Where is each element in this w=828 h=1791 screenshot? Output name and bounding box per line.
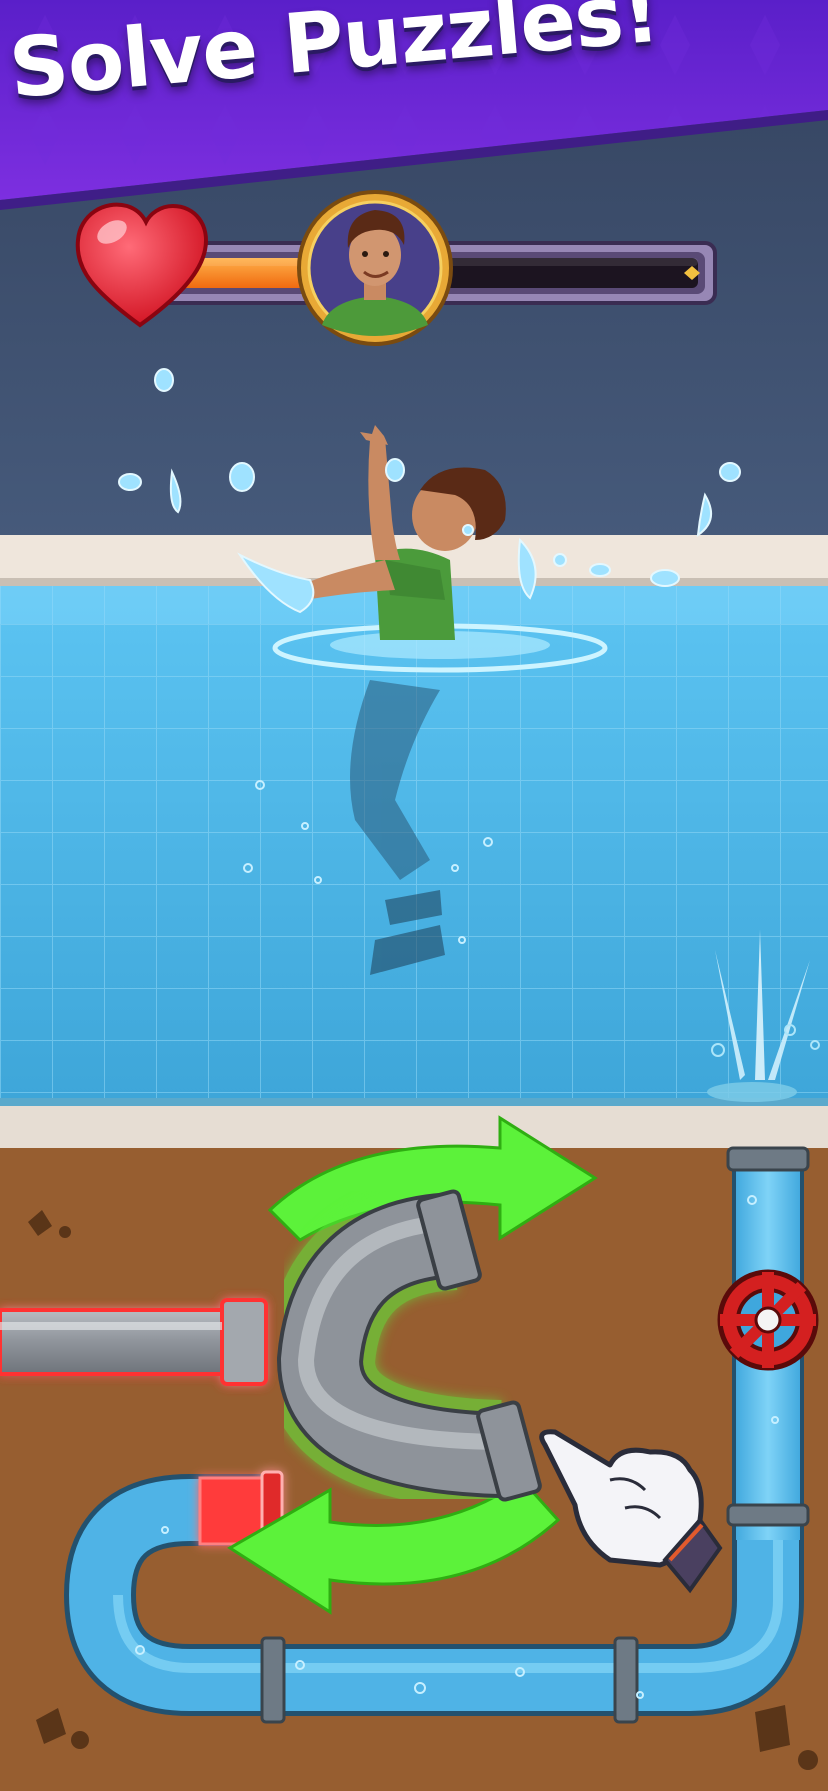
character-portrait xyxy=(297,190,453,346)
game-scene xyxy=(0,0,828,1791)
grey-straight-pipe[interactable] xyxy=(0,1298,268,1386)
valve-wheel[interactable] xyxy=(717,1269,819,1371)
